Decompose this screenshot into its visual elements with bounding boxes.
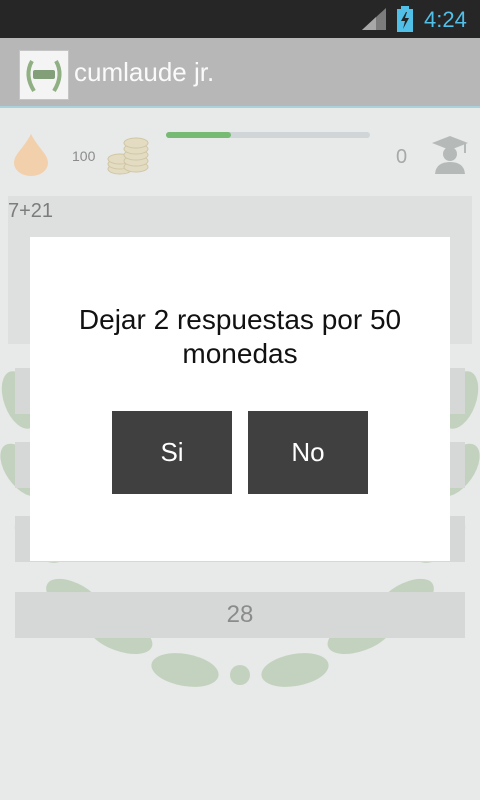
dialog-message: Dejar 2 respuestas por 50 monedas [78,304,402,369]
confirm-dialog [30,237,450,561]
yes-button[interactable]: Si [112,411,232,494]
no-button[interactable]: No [248,411,368,494]
